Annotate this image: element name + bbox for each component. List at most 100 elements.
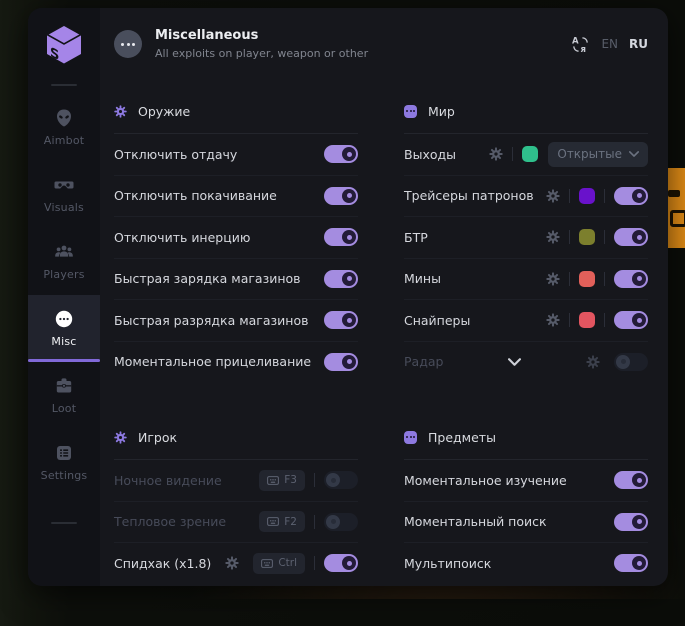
feature-row: БТР — [404, 216, 648, 258]
toggle-switch[interactable] — [324, 513, 358, 531]
sidebar-divider — [51, 522, 77, 524]
svg-text:S: S — [50, 45, 59, 65]
feature-label: Снайперы — [404, 313, 470, 328]
section-weapon: Оружие Отключить отдачу Отключить покачи… — [114, 98, 358, 382]
toggle-switch[interactable] — [324, 311, 358, 329]
settings-gear-icon[interactable] — [546, 272, 560, 286]
sidebar-item-label: Misc — [51, 335, 76, 348]
color-swatch[interactable] — [579, 188, 595, 204]
color-swatch[interactable] — [579, 312, 595, 328]
section-title: Игрок — [138, 430, 177, 445]
color-swatch[interactable] — [579, 229, 595, 245]
exits-dropdown[interactable]: Открытые — [548, 142, 648, 167]
section-world: Мир Выходы Открытые — [404, 98, 648, 382]
feature-row: Отключить инерцию — [114, 216, 358, 258]
sidebar-item-loot[interactable]: Loot — [28, 362, 100, 429]
settings-gear-icon[interactable] — [586, 355, 600, 369]
hotkey-badge[interactable]: Ctrl — [253, 553, 305, 574]
feature-row: Моментальный поиск — [404, 501, 648, 543]
hotkey-badge[interactable]: F3 — [259, 470, 305, 491]
control-divider — [569, 313, 570, 327]
feature-row: Ночное видение F3 — [114, 460, 358, 501]
settings-gear-icon[interactable] — [546, 230, 560, 244]
control-divider — [512, 147, 513, 161]
feature-label: Мины — [404, 271, 441, 286]
column-left: Оружие Отключить отдачу Отключить покачи… — [114, 98, 358, 626]
control-divider — [569, 272, 570, 286]
sidebar-item-label: Settings — [41, 469, 88, 482]
feature-label: БТР — [404, 230, 428, 245]
hotkey-badge[interactable]: F2 — [259, 511, 305, 532]
feature-label: Спидхак (x1.8) — [114, 556, 211, 571]
feature-row: Радар — [404, 341, 648, 383]
svg-text:я: я — [581, 45, 587, 54]
page-subtitle: All exploits on player, weapon or other — [155, 47, 368, 60]
sidebar-item-label: Players — [43, 268, 84, 281]
feature-label: Моментальный поиск — [404, 514, 547, 529]
sidebar-item-aimbot[interactable]: Aimbot — [28, 94, 100, 161]
game-hud-fragment — [668, 168, 685, 248]
section-title: Оружие — [138, 104, 190, 119]
sidebar-item-players[interactable]: Players — [28, 228, 100, 295]
vr-goggles-icon — [54, 175, 74, 195]
feature-row: Мультипоиск — [404, 542, 648, 584]
settings-gear-icon[interactable] — [489, 147, 503, 161]
toggle-switch[interactable] — [614, 513, 648, 531]
feature-row: Отключить покачивание — [114, 175, 358, 217]
feature-label: Отключить покачивание — [114, 188, 277, 203]
toggle-switch[interactable] — [614, 311, 648, 329]
toggle-switch[interactable] — [614, 353, 648, 371]
page-title: Miscellaneous — [155, 28, 368, 43]
sidebar: S G Aimbot Visuals — [28, 8, 100, 586]
section-title: Мир — [428, 104, 455, 119]
toggle-switch[interactable] — [614, 471, 648, 489]
ellipsis-circle-icon — [54, 309, 74, 329]
control-divider — [604, 189, 605, 203]
gear-icon — [114, 105, 127, 118]
toggle-switch[interactable] — [614, 554, 648, 572]
alien-icon — [54, 108, 74, 128]
control-divider — [604, 272, 605, 286]
sidebar-item-visuals[interactable]: Visuals — [28, 161, 100, 228]
settings-gear-icon[interactable] — [546, 189, 560, 203]
sidebar-item-settings[interactable]: Settings — [28, 429, 100, 496]
settings-gear-icon[interactable] — [546, 313, 560, 327]
lang-en-button[interactable]: EN — [601, 37, 618, 51]
sidebar-item-misc[interactable]: Misc — [28, 295, 100, 362]
toggle-switch[interactable] — [614, 270, 648, 288]
section-title: Предметы — [428, 430, 496, 445]
color-swatch[interactable] — [579, 271, 595, 287]
keyboard-icon — [267, 476, 279, 485]
feature-row: Снайперы — [404, 299, 648, 341]
color-swatch[interactable] — [522, 146, 538, 162]
svg-text:A: A — [572, 36, 579, 46]
chevron-down-icon — [508, 358, 521, 366]
feature-label: Быстрая зарядка магазинов — [114, 271, 301, 286]
toggle-switch[interactable] — [324, 145, 358, 163]
feature-row: Быстрая зарядка магазинов — [114, 258, 358, 300]
page-header: Miscellaneous All exploits on player, we… — [100, 8, 668, 60]
feature-row: Спидхак (x1.8) Ctrl — [114, 542, 358, 584]
toggle-switch[interactable] — [614, 228, 648, 246]
toggle-switch[interactable] — [324, 554, 358, 572]
feature-row: Трейсеры патронов — [404, 175, 648, 217]
feature-row: Быстрая разрядка магазинов — [114, 299, 358, 341]
language-switcher: A я EN RU — [571, 35, 648, 54]
feature-row: Моментальное прицеливание — [114, 341, 358, 383]
sidebar-item-label: Visuals — [44, 201, 84, 214]
toggle-switch[interactable] — [614, 187, 648, 205]
column-right: Мир Выходы Открытые — [404, 98, 648, 626]
toggle-switch[interactable] — [324, 471, 358, 489]
lang-ru-button[interactable]: RU — [629, 37, 648, 51]
sidebar-item-label: Aimbot — [44, 134, 85, 147]
settings-gear-icon[interactable] — [225, 556, 239, 570]
feature-label: Радар — [404, 354, 443, 369]
toggle-switch[interactable] — [324, 187, 358, 205]
toggle-switch[interactable] — [324, 270, 358, 288]
app-logo: S G — [28, 8, 100, 68]
feature-row: Отключить отдачу — [114, 134, 358, 175]
toggle-switch[interactable] — [324, 228, 358, 246]
expand-button[interactable] — [443, 358, 586, 366]
sidebar-nav: Aimbot Visuals Players — [28, 94, 100, 496]
toggle-switch[interactable] — [324, 353, 358, 371]
